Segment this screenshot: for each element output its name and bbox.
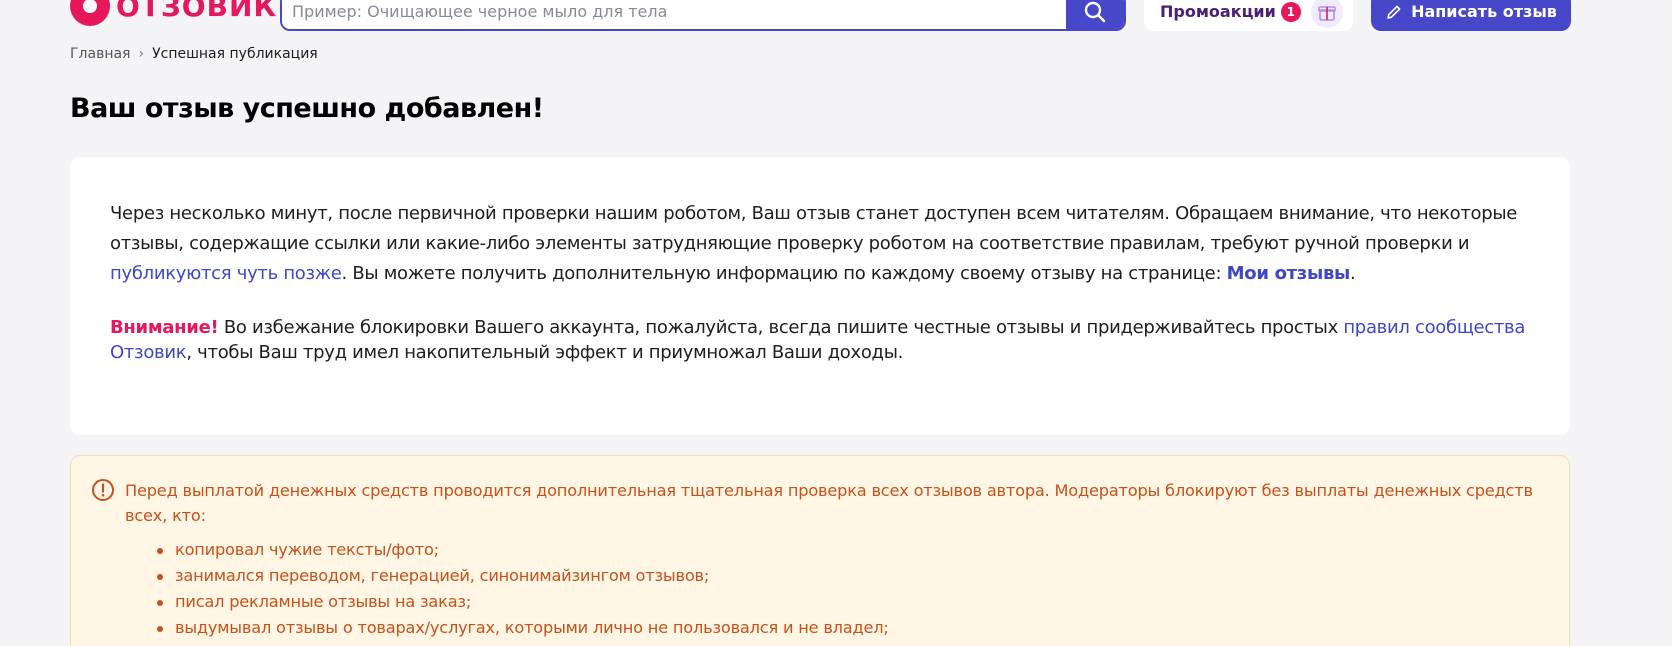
warning-list: копировал чужие тексты/фото; занимался п… bbox=[157, 537, 1549, 641]
logo-text: ОТЗОВИК bbox=[116, 0, 278, 23]
search-icon bbox=[1084, 1, 1106, 22]
site-header: ОТЗОВИК Промоакции 1 Написать отзыв bbox=[0, 0, 1672, 32]
site-logo[interactable]: ОТЗОВИК bbox=[70, 0, 277, 26]
breadcrumb-current: Успешная публикация bbox=[152, 46, 318, 62]
breadcrumb-separator: › bbox=[138, 46, 145, 62]
warning-icon bbox=[92, 479, 114, 501]
search-bar bbox=[280, 0, 1126, 31]
list-item: копировал чужие тексты/фото; bbox=[157, 537, 1549, 563]
attention-label: Внимание! bbox=[110, 317, 219, 338]
write-review-button[interactable]: Написать отзыв bbox=[1371, 0, 1571, 31]
warning-row: Перед выплатой денежных средств проводит… bbox=[91, 478, 1549, 528]
info-text: Через несколько минут, после первичной п… bbox=[110, 203, 1518, 254]
logo-mark-icon bbox=[70, 0, 110, 26]
warning-box: Перед выплатой денежных средств проводит… bbox=[70, 455, 1570, 646]
pencil-icon bbox=[1387, 5, 1401, 19]
attention-text: Во избежание блокировки Вашего аккаунта,… bbox=[218, 317, 1344, 338]
list-item: выдумывал отзывы о товарах/услугах, кото… bbox=[157, 615, 1549, 641]
list-item: занимался переводом, генерацией, синоним… bbox=[157, 563, 1549, 589]
promo-button[interactable]: Промоакции 1 bbox=[1144, 0, 1353, 31]
attention-paragraph: Внимание! Во избежание блокировки Вашего… bbox=[110, 315, 1530, 365]
promo-count-badge: 1 bbox=[1280, 1, 1301, 22]
published-later-link[interactable]: публикуются чуть позже bbox=[110, 263, 342, 284]
info-card: Через несколько минут, после первичной п… bbox=[70, 157, 1570, 435]
write-review-label: Написать отзыв bbox=[1411, 2, 1557, 21]
promo-label: Промоакции bbox=[1160, 2, 1276, 21]
search-input[interactable] bbox=[282, 0, 1066, 29]
info-text: . Вы можете получить дополнительную инфо… bbox=[341, 263, 1227, 284]
gift-icon bbox=[1310, 0, 1343, 28]
warning-text: Перед выплатой денежных средств проводит… bbox=[125, 481, 1533, 525]
search-button[interactable] bbox=[1066, 0, 1124, 29]
my-reviews-link[interactable]: Мои отзывы bbox=[1227, 263, 1351, 284]
page-title: Ваш отзыв успешно добавлен! bbox=[70, 93, 544, 124]
breadcrumb-home-link[interactable]: Главная bbox=[70, 46, 130, 62]
info-text: . bbox=[1350, 263, 1356, 284]
breadcrumb: Главная › Успешная публикация bbox=[70, 46, 318, 62]
list-item: писал рекламные отзывы на заказ; bbox=[157, 589, 1549, 615]
attention-text: , чтобы Ваш труд имел накопительный эффе… bbox=[186, 342, 904, 363]
info-paragraph: Через несколько минут, после первичной п… bbox=[110, 199, 1530, 289]
